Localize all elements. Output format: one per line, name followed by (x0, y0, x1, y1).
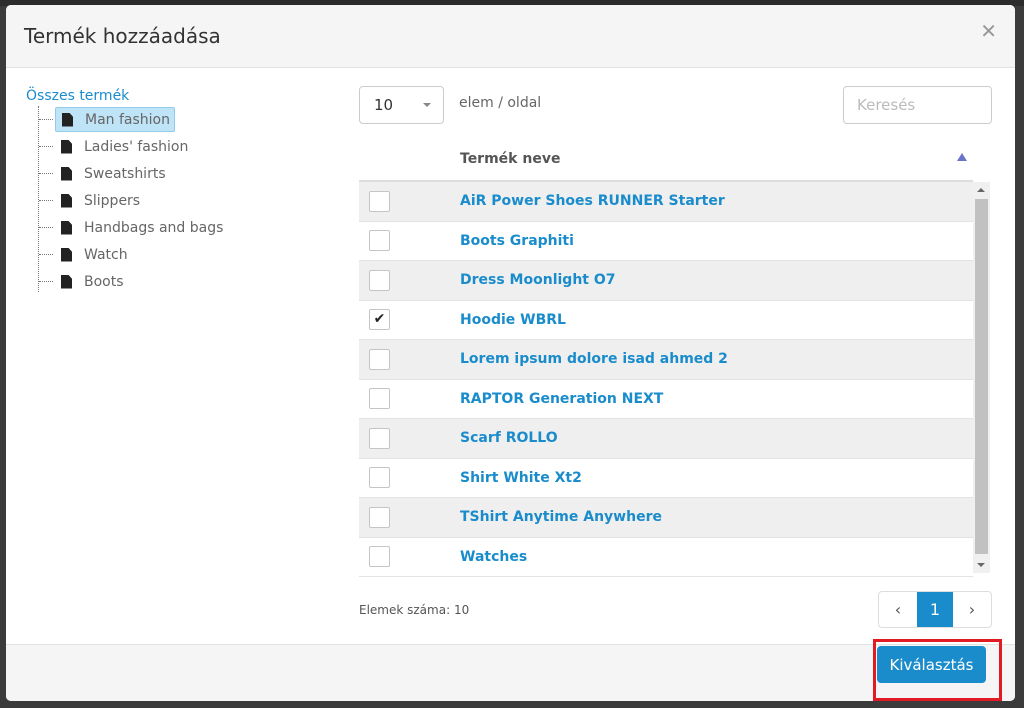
table-row: Dress Moonlight O7 (359, 261, 973, 301)
table-row: RAPTOR Generation NEXT (359, 380, 973, 419)
product-name-link[interactable]: Watches (460, 549, 527, 565)
prev-page-button[interactable]: ‹ (879, 592, 917, 627)
product-name-link[interactable]: Lorem ipsum dolore isad ahmed 2 (460, 351, 728, 367)
product-name-link[interactable]: Dress Moonlight O7 (460, 272, 616, 288)
row-checkbox[interactable] (369, 506, 390, 528)
product-name-link[interactable]: Scarf ROLLO (460, 430, 558, 446)
row-checkbox[interactable] (369, 388, 390, 410)
file-icon (61, 247, 72, 262)
table-row: Boots Graphiti (359, 222, 973, 261)
row-checkbox[interactable] (369, 348, 390, 370)
file-icon (61, 166, 72, 181)
tree-item-inner: Ladies' fashion (55, 134, 192, 159)
page-size-select[interactable]: 10 (359, 86, 444, 124)
tree-item-inner: Sweatshirts (55, 161, 170, 186)
tree-list: Man fashion Ladies' fashion Sweatshirts Sli… (38, 106, 227, 292)
file-icon (61, 274, 72, 289)
sort-ascending-icon[interactable] (957, 153, 967, 161)
tree-item[interactable]: Ladies' fashion (39, 133, 227, 160)
product-name-link[interactable]: AiR Power Shoes RUNNER Starter (460, 193, 725, 209)
row-checkbox[interactable] (369, 546, 390, 568)
column-header-product-name[interactable]: Termék neve (460, 151, 560, 167)
product-name-link[interactable]: TShirt Anytime Anywhere (460, 509, 662, 525)
tree-item[interactable]: Slippers (39, 187, 227, 214)
page-1-button[interactable]: 1 (917, 592, 953, 627)
add-product-dialog: Termék hozzáadása ✕ Összes termék Man fa… (6, 5, 1015, 701)
dialog-header: Termék hozzáadása ✕ (6, 5, 1015, 68)
per-page-label: elem / oldal (459, 95, 542, 111)
file-icon (61, 193, 72, 208)
tree-item-inner: Handbags and bags (55, 215, 227, 240)
product-name-link[interactable]: RAPTOR Generation NEXT (460, 391, 663, 407)
dialog-title: Termék hozzáadása (24, 24, 221, 48)
table-row: ✔ Hoodie WBRL (359, 301, 973, 340)
tree-item[interactable]: Man fashion (39, 106, 227, 133)
scroll-down-icon[interactable] (977, 563, 985, 567)
tree-item-label: Sweatshirts (84, 165, 166, 182)
row-checkbox[interactable] (369, 427, 390, 449)
category-tree: Összes termék Man fashion Ladies' fashion… (26, 88, 227, 292)
tree-item[interactable]: Sweatshirts (39, 160, 227, 187)
file-icon (61, 220, 72, 235)
tree-item-label: Ladies' fashion (84, 138, 189, 155)
table-scrollbar[interactable] (973, 182, 990, 573)
file-icon (61, 139, 72, 154)
tree-item[interactable]: Boots (39, 268, 227, 295)
table-row: Lorem ipsum dolore isad ahmed 2 (359, 340, 973, 380)
tree-item-label: Slippers (84, 192, 141, 209)
scroll-up-icon[interactable] (977, 188, 985, 192)
product-name-link[interactable]: Hoodie WBRL (460, 312, 566, 328)
chevron-down-icon (423, 103, 431, 107)
tree-item-inner: Slippers (55, 188, 144, 213)
tree-item[interactable]: Watch (39, 241, 227, 268)
pagination: ‹ 1 › (878, 591, 992, 628)
tree-item-inner: Boots (55, 269, 128, 294)
tree-item-inner: Man fashion (55, 107, 175, 132)
table-row: AiR Power Shoes RUNNER Starter (359, 182, 973, 222)
scrollbar-thumb[interactable] (975, 199, 988, 554)
tree-item-inner: Watch (55, 242, 132, 267)
row-checkbox[interactable] (369, 230, 390, 252)
file-icon (62, 112, 73, 127)
tree-item-label: Watch (84, 246, 128, 263)
table-row: Scarf ROLLO (359, 419, 973, 459)
tree-root-all-products[interactable]: Összes termék (26, 88, 227, 104)
row-checkbox[interactable]: ✔ (369, 309, 390, 331)
next-page-button[interactable]: › (953, 592, 991, 627)
tree-item[interactable]: Handbags and bags (39, 214, 227, 241)
table-row: TShirt Anytime Anywhere (359, 498, 973, 538)
item-count: Elemek száma: 10 (359, 603, 470, 617)
product-name-link[interactable]: Shirt White Xt2 (460, 470, 582, 486)
tree-item-label: Man fashion (85, 111, 170, 128)
highlight-box (873, 639, 1002, 701)
search-input[interactable] (843, 86, 992, 124)
row-checkbox[interactable] (369, 190, 390, 212)
product-name-link[interactable]: Boots Graphiti (460, 233, 574, 249)
row-checkbox[interactable] (369, 467, 390, 489)
close-icon[interactable]: ✕ (980, 19, 997, 43)
table-row: Shirt White Xt2 (359, 459, 973, 498)
row-checkbox[interactable] (369, 269, 390, 291)
tree-item-label: Handbags and bags (84, 219, 224, 236)
page-size-value: 10 (374, 96, 394, 114)
table-row: Watches (359, 538, 973, 577)
tree-item-label: Boots (84, 273, 124, 290)
dialog-footer (6, 644, 1015, 701)
product-table: AiR Power Shoes RUNNER Starter Boots Grap… (359, 180, 973, 577)
